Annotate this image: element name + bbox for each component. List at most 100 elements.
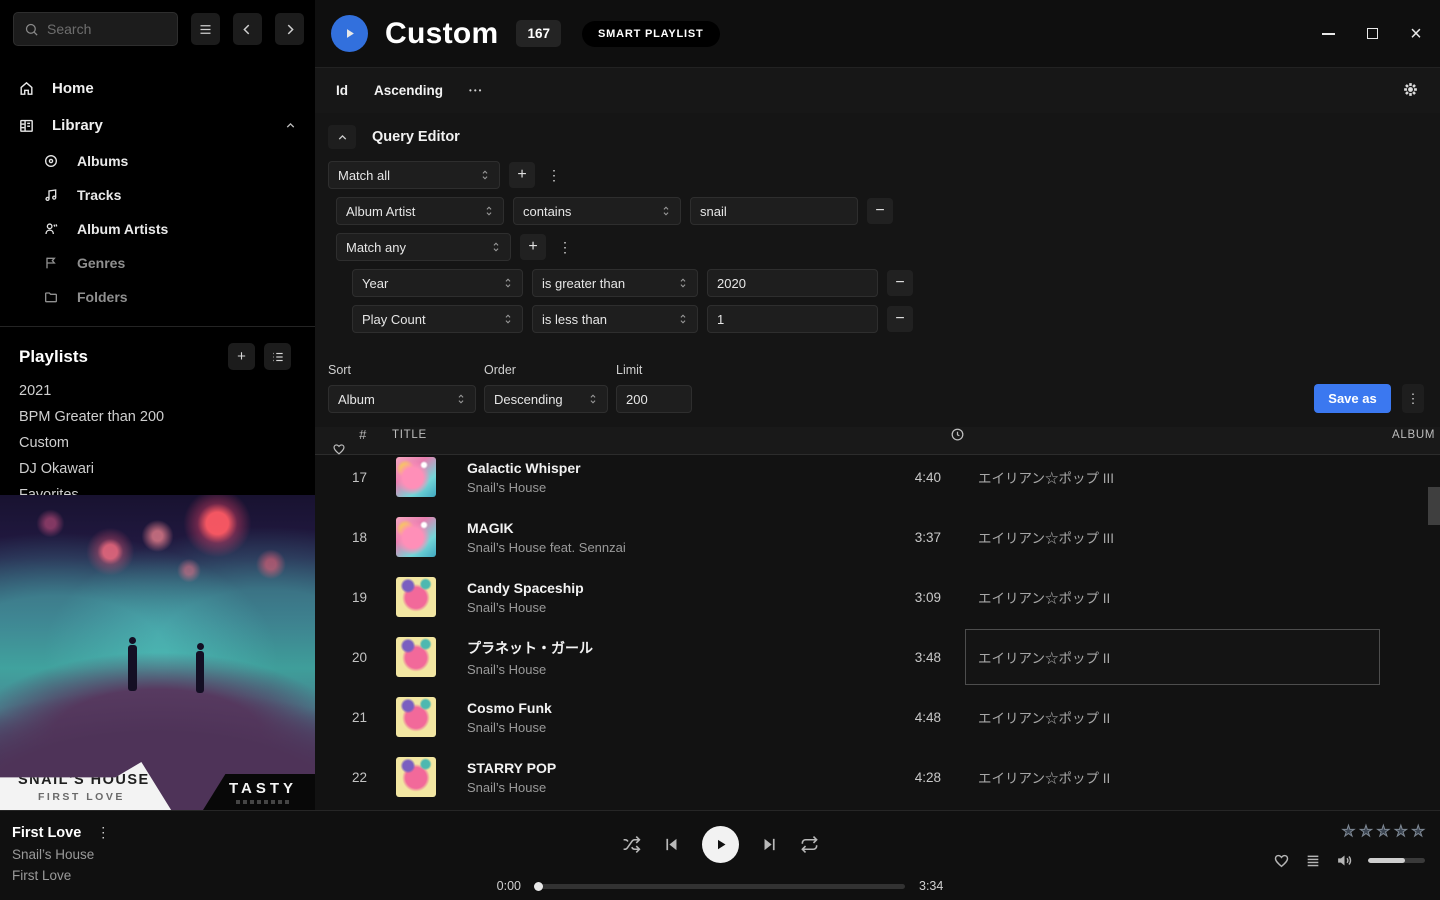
column-favorite[interactable] xyxy=(315,442,375,456)
track-artist[interactable]: Snail’s House xyxy=(467,720,861,735)
playlist-item[interactable]: Custom xyxy=(0,430,315,456)
track-album[interactable]: エイリアン☆ポップ II xyxy=(965,749,1380,805)
remove-rule-button[interactable]: − xyxy=(887,306,913,332)
now-playing-album[interactable]: First Love xyxy=(12,868,113,883)
track-artist[interactable]: Snail’s House xyxy=(467,780,861,795)
column-duration[interactable] xyxy=(950,427,965,442)
sidebar-item-home[interactable]: Home xyxy=(0,70,315,107)
rule-field-select[interactable]: Play Count xyxy=(352,305,523,333)
repeat-button[interactable] xyxy=(800,835,819,854)
window-maximize-button[interactable] xyxy=(1362,24,1382,44)
rule-value-input[interactable] xyxy=(707,305,878,333)
track-album[interactable]: エイリアン☆ポップ III xyxy=(965,449,1380,505)
playlist-item[interactable]: DJ Okawari xyxy=(0,456,315,482)
album-art-label-banner: TASTY xyxy=(203,774,315,810)
collapse-query-editor-button[interactable] xyxy=(328,125,356,149)
table-row[interactable]: 22 STARRY POPSnail’s House 4:28 エイリアン☆ポッ… xyxy=(315,747,1440,807)
search-input[interactable] xyxy=(47,21,157,37)
favorite-button[interactable] xyxy=(1273,852,1290,869)
sort-direction-button[interactable]: Ascending xyxy=(374,83,443,98)
track-album[interactable]: エイリアン☆ポップ III xyxy=(965,509,1380,565)
previous-track-button[interactable] xyxy=(663,836,680,853)
track-artist[interactable]: Snail’s House xyxy=(467,600,861,615)
rule-value-input[interactable] xyxy=(690,197,858,225)
limit-input[interactable] xyxy=(616,385,692,413)
track-album[interactable]: エイリアン☆ポップ II xyxy=(965,689,1380,745)
scrollbar-thumb[interactable] xyxy=(1428,487,1440,525)
remove-rule-button[interactable]: − xyxy=(887,270,913,296)
volume-button[interactable] xyxy=(1336,852,1353,869)
table-row[interactable]: 17 Galactic WhisperSnail’s House 4:40 エイ… xyxy=(315,447,1440,507)
queue-button[interactable] xyxy=(1305,853,1321,869)
table-row[interactable]: 21 Cosmo FunkSnail’s House 4:48 エイリアン☆ポッ… xyxy=(315,687,1440,747)
save-options-button[interactable]: ⋮ xyxy=(1402,384,1424,413)
query-order-select[interactable]: Descending xyxy=(484,385,608,413)
track-title: プラネット・ガール xyxy=(467,638,861,658)
table-row[interactable]: 18 MAGIKSnail’s House feat. Sennzai 3:37… xyxy=(315,507,1440,567)
query-sort-select[interactable]: Album xyxy=(328,385,476,413)
search-box[interactable] xyxy=(13,12,178,46)
sidebar-item-album-artists[interactable]: Album Artists xyxy=(0,212,315,246)
repeat-icon xyxy=(800,835,819,854)
more-options-button[interactable]: ••• xyxy=(469,86,483,95)
menu-button[interactable] xyxy=(191,13,220,45)
sort-field-button[interactable]: Id xyxy=(336,83,348,98)
sidebar-item-tracks[interactable]: Tracks xyxy=(0,178,315,212)
sidebar-item-genres[interactable]: Genres xyxy=(0,246,315,280)
now-playing-menu-button[interactable]: ⋮ xyxy=(93,824,113,841)
window-minimize-button[interactable] xyxy=(1318,24,1338,44)
root-match-select[interactable]: Match all xyxy=(328,161,500,189)
track-artist[interactable]: Snail’s House xyxy=(467,662,861,677)
window-close-button[interactable]: × xyxy=(1406,24,1426,44)
star-icon[interactable]: ★ xyxy=(1342,824,1355,839)
column-title[interactable]: TITLE xyxy=(375,429,861,441)
add-rule-button[interactable]: + xyxy=(520,234,546,260)
playlist-item[interactable]: BPM Greater than 200 xyxy=(0,404,315,430)
now-playing-artist[interactable]: Snail’s House xyxy=(12,847,113,862)
playlist-list-button[interactable] xyxy=(264,343,291,370)
add-playlist-button[interactable]: + xyxy=(228,343,255,370)
rule-field-select[interactable]: Year xyxy=(352,269,523,297)
group-match-select[interactable]: Match any xyxy=(336,233,511,261)
seek-bar[interactable] xyxy=(535,884,905,889)
rule-group-menu-button[interactable]: ⋮ xyxy=(544,167,564,184)
star-icon[interactable]: ★ xyxy=(1412,824,1425,839)
play-pause-button[interactable] xyxy=(702,826,739,863)
star-icon[interactable]: ★ xyxy=(1377,824,1390,839)
rule-operator-select[interactable]: contains xyxy=(513,197,681,225)
column-album[interactable]: ALBUM xyxy=(1380,429,1440,441)
track-artist[interactable]: Snail’s House feat. Sennzai xyxy=(467,540,861,555)
table-row[interactable]: 19 Candy SpaceshipSnail’s House 3:09 エイリ… xyxy=(315,567,1440,627)
remove-rule-button[interactable]: − xyxy=(867,198,893,224)
column-index[interactable]: # xyxy=(315,427,375,442)
table-row[interactable]: 20 プラネット・ガールSnail’s House 3:48 エイリアン☆ポップ… xyxy=(315,627,1440,687)
volume-slider[interactable] xyxy=(1368,858,1425,863)
sidebar-item-albums[interactable]: Albums xyxy=(0,144,315,178)
save-as-button[interactable]: Save as xyxy=(1314,384,1391,413)
next-track-button[interactable] xyxy=(761,836,778,853)
chevrons-up-down-icon xyxy=(503,277,513,289)
now-playing-album-art[interactable]: SNAIL'S HOUSE FIRST LOVE TASTY xyxy=(0,495,315,810)
rule-operator-select[interactable]: is greater than xyxy=(532,269,698,297)
track-album[interactable]: エイリアン☆ポップ II xyxy=(965,569,1380,625)
add-rule-button[interactable]: + xyxy=(509,162,535,188)
settings-button[interactable] xyxy=(1402,81,1419,101)
heart-icon xyxy=(1273,852,1290,869)
shuffle-button[interactable] xyxy=(622,835,641,854)
sidebar-item-folders[interactable]: Folders xyxy=(0,280,315,314)
track-artist[interactable]: Snail’s House xyxy=(467,480,861,495)
nav-back-button[interactable] xyxy=(233,13,262,45)
seek-thumb[interactable] xyxy=(534,882,543,891)
rule-group-menu-button[interactable]: ⋮ xyxy=(555,239,575,256)
star-icon[interactable]: ★ xyxy=(1394,824,1407,839)
track-album-focused-cell[interactable]: エイリアン☆ポップ II xyxy=(965,629,1380,685)
rule-field-select[interactable]: Album Artist xyxy=(336,197,504,225)
playlist-item[interactable]: 2021 xyxy=(0,378,315,404)
now-playing-title[interactable]: First Love xyxy=(12,825,81,841)
rule-value-input[interactable] xyxy=(707,269,878,297)
nav-forward-button[interactable] xyxy=(275,13,304,45)
sidebar-item-library[interactable]: Library xyxy=(0,107,315,144)
star-icon[interactable]: ★ xyxy=(1359,824,1372,839)
play-playlist-button[interactable] xyxy=(331,15,368,52)
rule-operator-select[interactable]: is less than xyxy=(532,305,698,333)
